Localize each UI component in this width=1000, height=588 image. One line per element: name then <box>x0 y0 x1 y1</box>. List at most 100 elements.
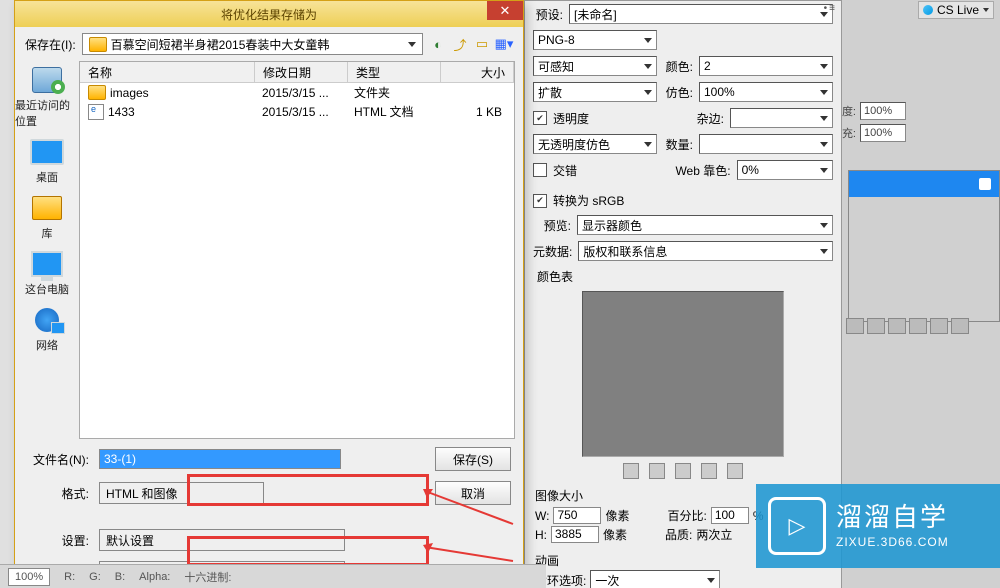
colors-label: 颜色: <box>663 58 693 75</box>
col-date[interactable]: 修改日期 <box>255 62 348 82</box>
diffusion-select[interactable]: 扩散 <box>533 82 657 102</box>
save-button[interactable]: 保存(S) <box>435 447 511 471</box>
col-size[interactable]: 大小 <box>441 62 514 82</box>
metadata-label: 元数据: <box>533 243 572 260</box>
file-row[interactable]: 1433 2015/3/15 ...HTML 文档1 KB <box>80 102 514 121</box>
preset-select[interactable]: [未命名] <box>569 4 833 24</box>
file-list-header: 名称 修改日期 类型 大小 <box>80 62 514 83</box>
matte-field[interactable] <box>730 108 833 128</box>
cslive-button[interactable]: CS Live <box>918 1 994 19</box>
preset-label: 预设: <box>533 6 563 23</box>
dialog-nav-icons: ◐ ⤴ ▭ ▦▾ <box>429 35 513 53</box>
palette-tool-icon[interactable] <box>675 463 691 479</box>
layer-row-selected[interactable] <box>849 171 999 197</box>
library-icon <box>32 196 62 220</box>
save-in-select[interactable]: 百慕空间短裙半身裙2015春装中大女童韩 <box>82 33 423 55</box>
place-desktop[interactable]: 桌面 <box>29 137 65 185</box>
opacity-field[interactable]: 100% <box>860 102 906 120</box>
fx-icon[interactable] <box>846 318 864 334</box>
place-computer[interactable]: 这台电脑 <box>25 249 69 297</box>
fill-field[interactable]: 100% <box>860 124 906 142</box>
srgb-label: 转换为 sRGB <box>553 192 624 209</box>
transparency-checkbox[interactable]: ✔ <box>533 111 547 125</box>
websnap-label: Web 靠色: <box>675 162 730 179</box>
height-field[interactable]: 3885 <box>551 526 599 543</box>
filename-input[interactable]: 33-(1) <box>99 449 341 469</box>
zoom-field[interactable]: 100% <box>8 568 50 586</box>
layers-footer-icons <box>842 318 1000 336</box>
cslive-label: CS Live <box>937 3 979 17</box>
desktop-icon <box>30 139 64 165</box>
layers-panel <box>848 170 1000 322</box>
watermark-title: 溜溜自学 <box>836 501 949 535</box>
format-select[interactable]: HTML 和图像 <box>99 482 264 504</box>
back-icon[interactable]: ◐ <box>429 35 447 53</box>
algo-select[interactable]: 可感知 <box>533 56 657 76</box>
websnap-field[interactable]: 0% <box>737 160 833 180</box>
metadata-select[interactable]: 版权和联系信息 <box>578 241 833 261</box>
amount-field[interactable] <box>699 134 833 154</box>
color-table <box>582 291 784 457</box>
folder-icon <box>88 85 106 100</box>
place-library[interactable]: 库 <box>29 193 65 241</box>
network-icon <box>35 308 59 332</box>
transparency-label: 透明度 <box>553 110 589 127</box>
up-icon[interactable]: ⤴ <box>451 35 469 53</box>
trash-icon[interactable] <box>951 318 969 334</box>
place-recent[interactable]: 最近访问的位置 <box>15 65 79 129</box>
mask-icon[interactable] <box>867 318 885 334</box>
new-folder-icon[interactable]: ▭ <box>473 35 491 53</box>
palette-label: 颜色表 <box>525 264 841 289</box>
palette-tool-icon[interactable] <box>727 463 743 479</box>
palette-tool-icon[interactable] <box>623 463 639 479</box>
palette-tool-icon[interactable] <box>649 463 665 479</box>
col-type[interactable]: 类型 <box>348 62 441 82</box>
adjust-icon[interactable] <box>888 318 906 334</box>
place-network[interactable]: 网络 <box>29 305 65 353</box>
group-icon[interactable] <box>909 318 927 334</box>
width-field[interactable]: 750 <box>553 507 601 524</box>
format-label: 格式: <box>27 485 89 502</box>
preview-label: 预览: <box>533 217 571 234</box>
html-icon <box>88 104 104 120</box>
chevron-down-icon <box>408 42 416 47</box>
format-select[interactable]: PNG-8 <box>533 30 657 50</box>
recent-icon <box>32 67 62 93</box>
dialog-titlebar: 将优化结果存储为 ✕ <box>15 1 523 27</box>
palette-tool-icon[interactable] <box>701 463 717 479</box>
loop-select[interactable]: 一次 <box>590 570 720 588</box>
chevron-down-icon <box>644 38 652 43</box>
save-as-dialog: 将优化结果存储为 ✕ 保存在(I): 百慕空间短裙半身裙2015春装中大女童韩 … <box>14 0 524 572</box>
watermark-logo: ▷ <box>768 497 826 555</box>
srgb-checkbox[interactable]: ✔ <box>533 194 547 208</box>
app-toprow: CS Live <box>912 0 1000 20</box>
palette-tools <box>525 459 841 483</box>
dialog-title: 将优化结果存储为 <box>221 6 317 23</box>
watermark: ▷ 溜溜自学ZIXUE.3D66.COM <box>756 484 1000 568</box>
panel-flyout-icon[interactable]: •≡ <box>824 3 837 14</box>
places-sidebar: 最近访问的位置 桌面 库 这台电脑 网络 <box>15 61 79 439</box>
file-list: 名称 修改日期 类型 大小 images 2015/3/15 ...文件夹 14… <box>79 61 515 439</box>
computer-icon <box>31 251 63 277</box>
settings-label: 设置: <box>27 532 89 549</box>
matte-label: 杂边: <box>694 110 724 127</box>
dither-field[interactable]: 100% <box>699 82 833 102</box>
chevron-down-icon <box>983 8 989 12</box>
preview-select[interactable]: 显示器颜色 <box>577 215 833 235</box>
watermark-url: ZIXUE.3D66.COM <box>836 535 949 551</box>
settings-select[interactable]: 默认设置 <box>99 529 345 551</box>
view-icon[interactable]: ▦▾ <box>495 35 513 53</box>
new-icon[interactable] <box>930 318 948 334</box>
percent-field[interactable]: 100 <box>711 507 749 524</box>
colors-field[interactable]: 2 <box>699 56 833 76</box>
interlace-label: 交错 <box>553 162 577 179</box>
folder-icon <box>89 37 107 52</box>
amount-label: 数量: <box>663 136 693 153</box>
file-row[interactable]: images 2015/3/15 ...文件夹 <box>80 83 514 102</box>
cancel-button[interactable]: 取消 <box>435 481 511 505</box>
filename-label: 文件名(N): <box>27 451 89 468</box>
interlace-checkbox[interactable] <box>533 163 547 177</box>
trans-dither-select[interactable]: 无透明度仿色 <box>533 134 657 154</box>
close-button[interactable]: ✕ <box>487 1 523 20</box>
col-name[interactable]: 名称 <box>80 62 255 82</box>
